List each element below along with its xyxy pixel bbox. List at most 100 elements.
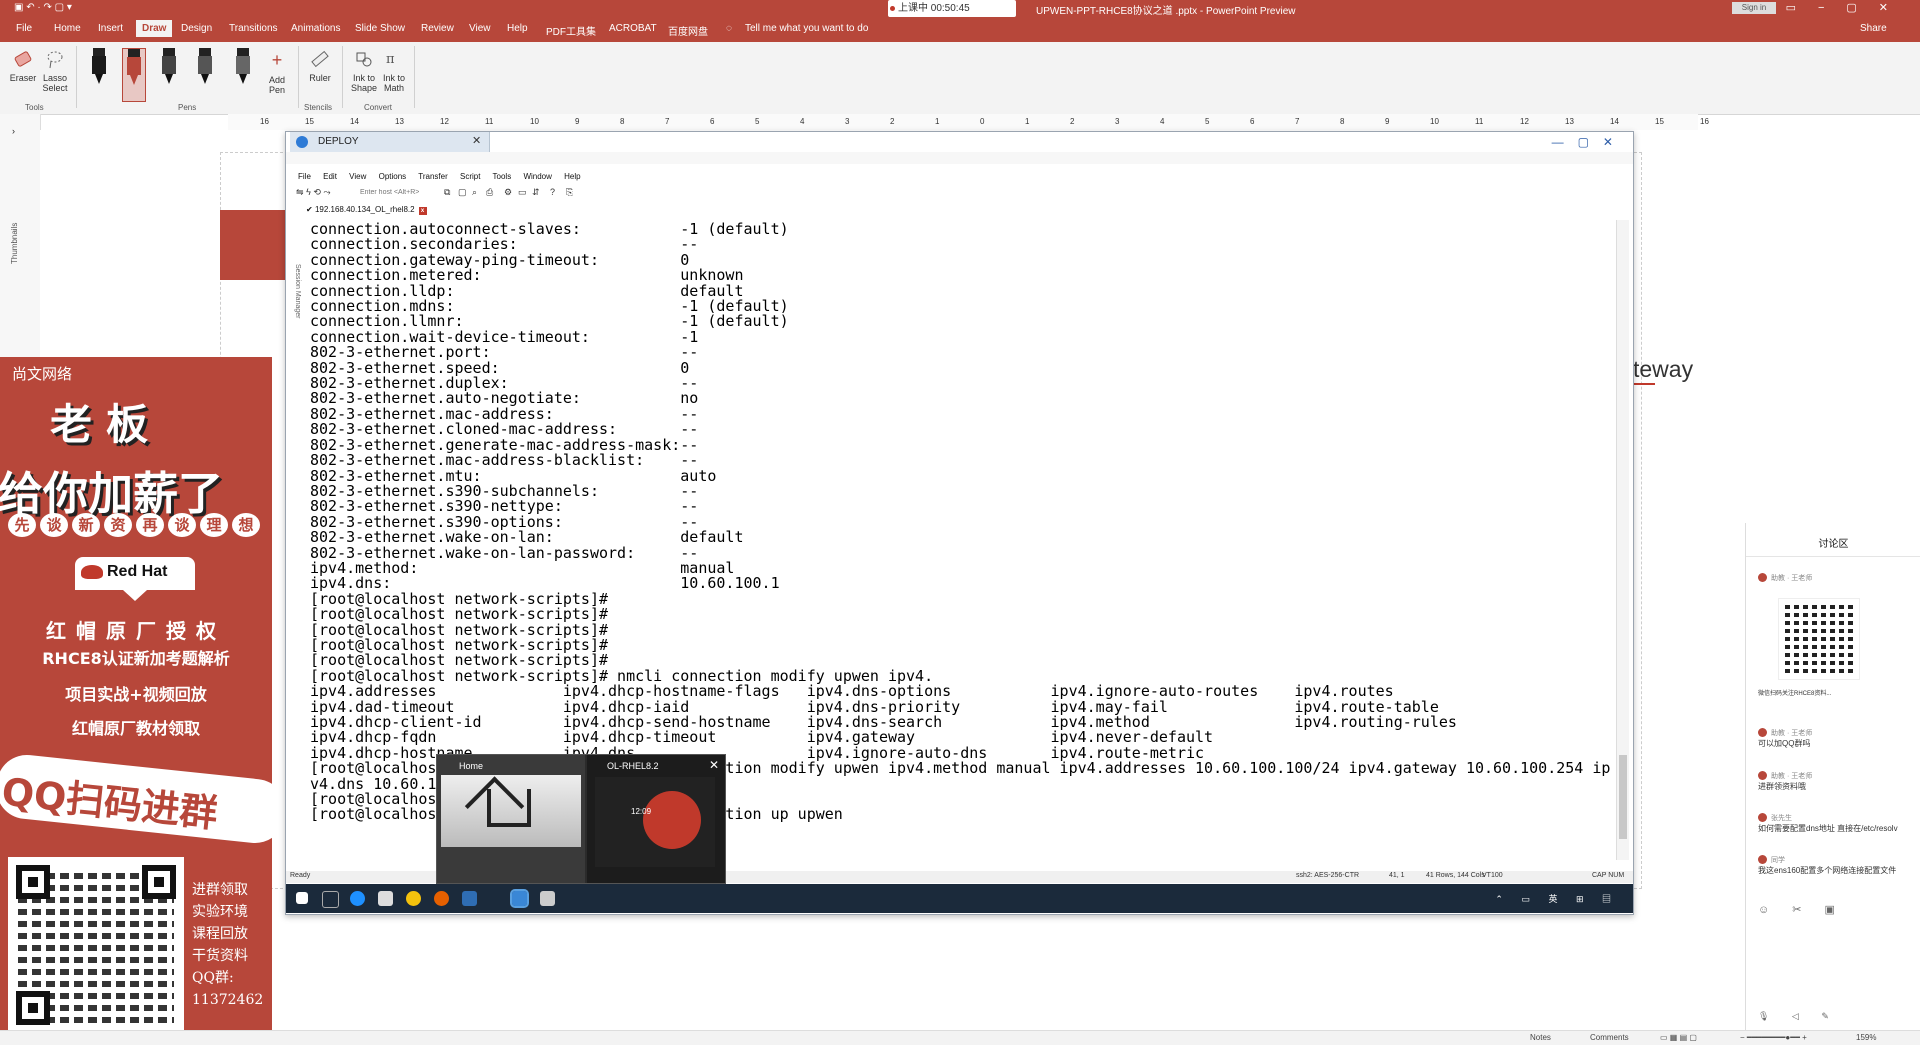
menu-help[interactable]: Help (564, 172, 580, 181)
sftp-icon[interactable]: ⇵ (532, 187, 540, 198)
edge-icon[interactable] (350, 891, 365, 906)
ruler-number: 6 (1250, 117, 1255, 126)
share-button[interactable]: Share (1860, 23, 1887, 34)
chat-qr-image[interactable] (1778, 598, 1860, 680)
close-tab-icon[interactable]: ✕ (472, 134, 481, 147)
ad-line-1: RHCE8认证新加考题解析 (42, 649, 230, 668)
powershell-icon[interactable] (462, 891, 477, 906)
print-icon[interactable]: ⎙ (486, 187, 493, 198)
pen-black-4[interactable] (232, 48, 254, 86)
windows-taskbar: ⌃ ▭ 英 ⊞ ▤ (286, 884, 1633, 913)
sign-in-button[interactable]: Sign in (1732, 2, 1776, 14)
tab-help[interactable]: Help (507, 23, 528, 34)
tell-me-search[interactable]: Tell me what you want to do (745, 23, 868, 34)
reconnect-icon[interactable]: ⟲ (313, 187, 321, 197)
disconnect-icon[interactable]: ⤳ (323, 187, 330, 197)
pen-red-selected[interactable] (122, 48, 146, 102)
pen-black-2[interactable] (158, 48, 180, 86)
chrome-icon[interactable] (406, 891, 421, 906)
tab-view[interactable]: View (469, 23, 491, 34)
status-cipher: ssh2: AES-256-CTR (1296, 872, 1360, 879)
tab-draw[interactable]: Draw (136, 20, 173, 37)
menu-script[interactable]: Script (460, 172, 480, 181)
tab-review[interactable]: Review (421, 23, 454, 34)
crt-tab-bar: DEPLOY ✕ —▢✕ (286, 132, 1633, 153)
menu-edit[interactable]: Edit (323, 172, 337, 181)
add-pen-button[interactable]: + Add Pen (264, 50, 290, 95)
tab-acrobat[interactable]: ACROBAT (609, 23, 657, 34)
menu-view[interactable]: View (349, 172, 366, 181)
menu-file[interactable]: File (298, 172, 311, 181)
system-tray[interactable]: ⌃ ▭ 英 ⊞ ▤ (1495, 892, 1619, 905)
menu-transfer[interactable]: Transfer (418, 172, 448, 181)
ruler-number: 3 (845, 117, 850, 126)
menu-tools[interactable]: Tools (493, 172, 512, 181)
session-close-icon[interactable]: x (418, 207, 427, 215)
ruler-number: 3 (1115, 117, 1120, 126)
ink-to-shape-button[interactable]: Ink to Shape (350, 48, 378, 93)
quick-access-toolbar[interactable]: ▣ ↶ · ↷ ▢ ▾ (14, 2, 72, 13)
help-icon[interactable]: ? (550, 187, 555, 197)
chat-toolbar[interactable]: ☺ ✂ ▣ (1758, 903, 1845, 916)
crt-toolbar: ⇋ ϟ ⟲ ⤳ ⧉ ▢ ⌕ ⎙ ⚙ ▭ ⇵ ? ⎘ (296, 187, 573, 201)
ruler-number: 1 (935, 117, 940, 126)
tab-transitions[interactable]: Transitions (229, 23, 278, 34)
status-term-type: VT100 (1482, 872, 1503, 879)
settings-icon[interactable]: ⚙ (504, 187, 512, 198)
host-input[interactable] (360, 187, 430, 198)
lasso-select-button[interactable]: Lasso Select (40, 48, 70, 93)
chevron-right-icon[interactable]: › (12, 126, 15, 136)
task-view-icon[interactable] (322, 891, 339, 908)
tab-pdf-tools[interactable]: PDF工具集 (546, 23, 596, 38)
preview-home[interactable]: Home (437, 755, 585, 883)
ink-to-math-button[interactable]: π Ink to Math (380, 48, 408, 93)
scrollbar-thumb[interactable] (1619, 755, 1627, 839)
session-manager-sidebar[interactable]: Session Manager (289, 214, 303, 814)
find-icon[interactable]: ⌕ (472, 187, 477, 198)
tab-home[interactable]: Home (54, 23, 81, 34)
ruler-button[interactable]: Ruler (306, 48, 334, 83)
window-controls[interactable]: ▭−▢✕ (1786, 1, 1910, 14)
pen-black-1[interactable] (88, 48, 110, 86)
home-icon (441, 775, 581, 847)
lightning-icon[interactable]: ϟ (306, 187, 311, 197)
firefox-icon[interactable] (434, 891, 449, 906)
comments-button[interactable]: Comments (1590, 1033, 1629, 1042)
terminal-scrollbar[interactable] (1616, 220, 1629, 860)
vmware-icon[interactable] (540, 891, 555, 906)
windows-start-icon[interactable] (296, 892, 308, 904)
tab-insert[interactable]: Insert (98, 23, 123, 34)
explorer-icon[interactable] (378, 891, 393, 906)
ruler-number: 7 (1295, 117, 1300, 126)
preview-vm[interactable]: OL-RHEL8.2 ✕ 12:09 (587, 755, 725, 883)
keymap-icon[interactable]: ▭ (518, 187, 527, 198)
securecrt-taskbar-icon[interactable] (510, 889, 529, 908)
crt-tab-deploy[interactable]: DEPLOY (290, 132, 490, 152)
qr-code (8, 857, 184, 1033)
tab-design[interactable]: Design (181, 23, 212, 34)
view-buttons[interactable]: ▭ ▦ ▤ ▢ (1660, 1033, 1697, 1042)
pen-black-3[interactable] (194, 48, 216, 86)
window-title: UPWEN-PPT-RHCE8协议之道 .pptx - PowerPoint P… (1036, 6, 1296, 17)
copy-icon[interactable]: ⧉ (444, 187, 450, 198)
menu-window[interactable]: Window (523, 172, 551, 181)
zoom-slider[interactable]: − ━━━━━━━━●━━ + (1740, 1033, 1807, 1042)
tab-animations[interactable]: Animations (291, 23, 340, 34)
notes-button[interactable]: Notes (1530, 1033, 1551, 1042)
tab-slide-show[interactable]: Slide Show (355, 23, 405, 34)
zoom-level[interactable]: 159% (1856, 1033, 1876, 1042)
close-icon[interactable]: ✕ (709, 758, 719, 772)
session-tab[interactable]: ✔ 192.168.40.134_OL_rhel8.2 x (306, 205, 427, 217)
menu-options[interactable]: Options (379, 172, 407, 181)
eraser-button[interactable]: Eraser (8, 48, 38, 83)
tab-file[interactable]: File (16, 23, 32, 34)
tab-baidu-netdisk[interactable]: 百度网盘 (668, 23, 708, 38)
connect-icon[interactable]: ⇋ (296, 187, 304, 197)
lasso-icon (47, 51, 63, 69)
crt-window-controls[interactable]: —▢✕ (1552, 132, 1627, 152)
paste-icon[interactable]: ▢ (458, 187, 467, 198)
script-icon[interactable]: ⎘ (566, 187, 573, 198)
qr-finder (16, 865, 50, 899)
chat-message: 助教 · 王老师 (1758, 573, 1812, 583)
chat-input-controls[interactable]: 🎙 ◁ ✎ (1758, 1011, 1839, 1022)
